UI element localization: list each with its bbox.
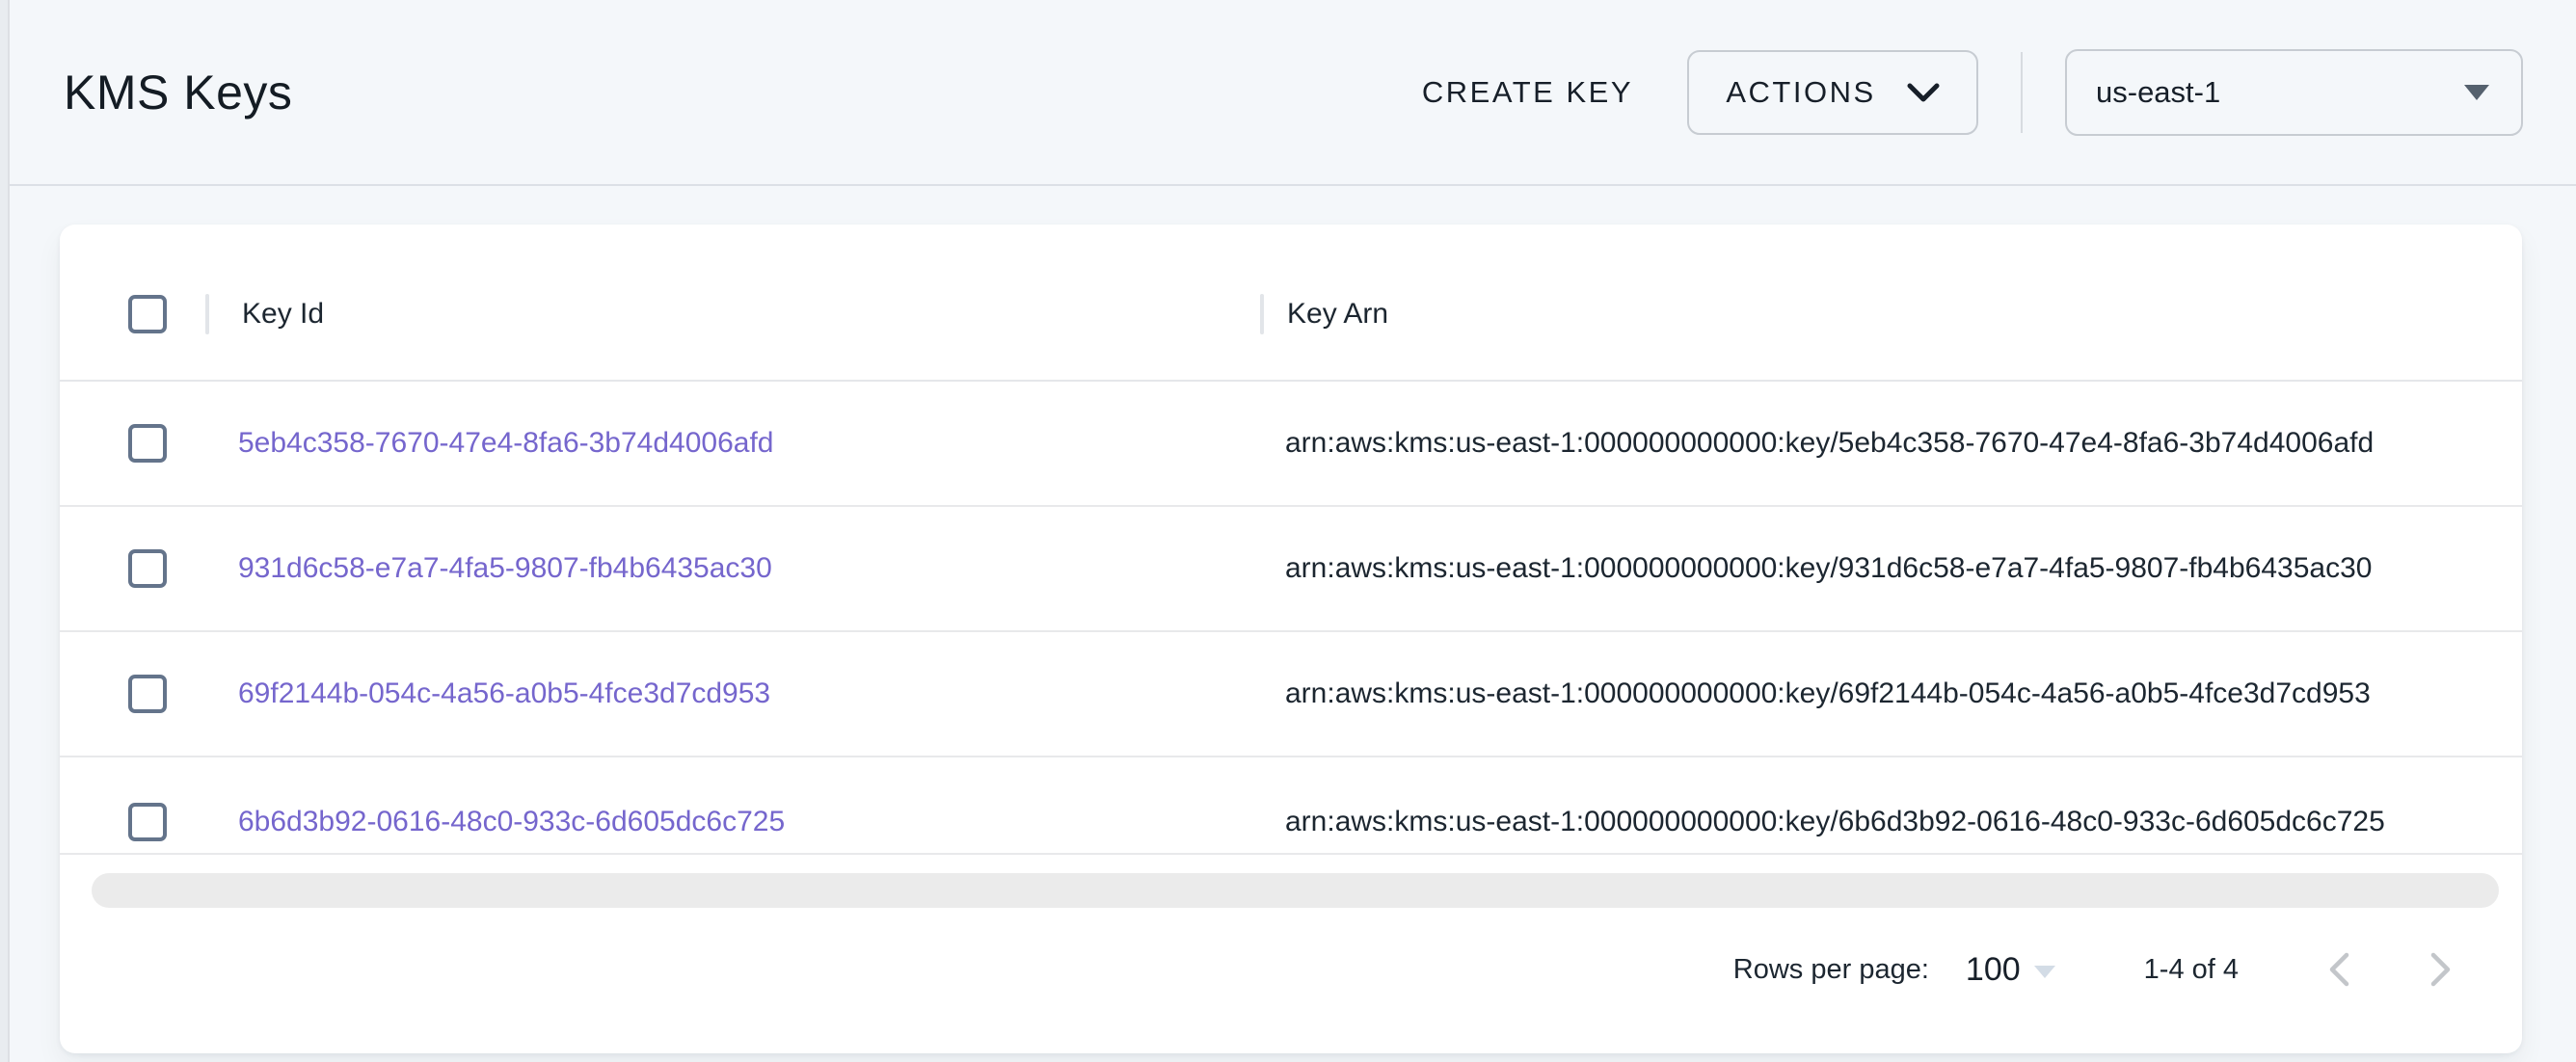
page-header: KMS Keys CREATE KEY ACTIONS us-east-1 xyxy=(0,0,2576,186)
column-header-key-arn: Key Arn xyxy=(1264,298,2522,331)
create-key-button[interactable]: CREATE KEY xyxy=(1412,58,1643,127)
next-page-button[interactable] xyxy=(2424,950,2458,989)
window-left-edge xyxy=(0,0,10,1062)
key-id-cell: 931d6c58-e7a7-4fa5-9807-fb4b6435ac30 xyxy=(205,552,1260,585)
row-checkbox[interactable] xyxy=(128,675,167,713)
caret-down-icon xyxy=(2034,966,2055,978)
chevron-left-icon xyxy=(2326,951,2351,988)
key-arn-cell: arn:aws:kms:us-east-1:000000000000:key/5… xyxy=(1260,427,2522,460)
rows-per-page-label: Rows per page: xyxy=(1733,954,1929,986)
row-checkbox-cell xyxy=(60,803,205,841)
chevron-down-icon xyxy=(1907,82,1940,103)
table-row: 5eb4c358-7670-47e4-8fa6-3b74d4006afd arn… xyxy=(60,382,2522,507)
table-header-row: Key Id Key Arn xyxy=(60,225,2522,382)
table-row: 931d6c58-e7a7-4fa5-9807-fb4b6435ac30 arn… xyxy=(60,507,2522,632)
key-arn-cell: arn:aws:kms:us-east-1:000000000000:key/6… xyxy=(1260,806,2522,838)
key-id-cell: 5eb4c358-7670-47e4-8fa6-3b74d4006afd xyxy=(205,427,1260,460)
key-arn-cell: arn:aws:kms:us-east-1:000000000000:key/9… xyxy=(1260,552,2522,585)
table-row: 69f2144b-054c-4a56-a0b5-4fce3d7cd953 arn… xyxy=(60,632,2522,757)
table-row: 6b6d3b92-0616-48c0-933c-6d605dc6c725 arn… xyxy=(60,757,2522,855)
table-pagination: Rows per page: 100 1-4 of 4 xyxy=(60,929,2522,1010)
select-all-cell xyxy=(60,295,205,333)
chevron-right-icon xyxy=(2428,951,2454,988)
row-checkbox[interactable] xyxy=(128,803,167,841)
kms-keys-table-card: Key Id Key Arn 5eb4c358-7670-47e4-8fa6-3… xyxy=(60,225,2522,1053)
column-header-key-id: Key Id xyxy=(209,298,1260,331)
key-id-link[interactable]: 5eb4c358-7670-47e4-8fa6-3b74d4006afd xyxy=(238,427,773,459)
header-toolbar: CREATE KEY ACTIONS us-east-1 xyxy=(1412,49,2523,136)
key-id-cell: 6b6d3b92-0616-48c0-933c-6d605dc6c725 xyxy=(205,806,1260,838)
row-checkbox[interactable] xyxy=(128,424,167,463)
actions-button[interactable]: ACTIONS xyxy=(1687,50,1978,135)
horizontal-scrollbar[interactable] xyxy=(92,873,2499,908)
region-select[interactable]: us-east-1 xyxy=(2065,49,2523,136)
region-select-value: us-east-1 xyxy=(2096,75,2220,110)
row-checkbox-cell xyxy=(60,549,205,588)
row-checkbox-cell xyxy=(60,424,205,463)
rows-per-page-value: 100 xyxy=(1966,951,2021,989)
row-checkbox-cell xyxy=(60,675,205,713)
key-id-link[interactable]: 931d6c58-e7a7-4fa5-9807-fb4b6435ac30 xyxy=(238,552,772,584)
previous-page-button[interactable] xyxy=(2321,950,2356,989)
page-title: KMS Keys xyxy=(64,65,292,120)
row-checkbox[interactable] xyxy=(128,549,167,588)
key-arn-cell: arn:aws:kms:us-east-1:000000000000:key/6… xyxy=(1260,677,2522,710)
key-id-cell: 69f2144b-054c-4a56-a0b5-4fce3d7cd953 xyxy=(205,677,1260,710)
key-id-link[interactable]: 69f2144b-054c-4a56-a0b5-4fce3d7cd953 xyxy=(238,677,770,709)
pagination-range-label: 1-4 of 4 xyxy=(2144,954,2239,986)
actions-button-label: ACTIONS xyxy=(1726,75,1875,110)
horizontal-scrollbar-track xyxy=(60,873,2522,908)
toolbar-divider xyxy=(2021,52,2023,133)
select-all-checkbox[interactable] xyxy=(128,295,167,333)
caret-down-icon xyxy=(2464,85,2489,100)
rows-per-page-select[interactable]: 100 xyxy=(1966,951,2055,989)
key-id-link[interactable]: 6b6d3b92-0616-48c0-933c-6d605dc6c725 xyxy=(238,806,785,837)
